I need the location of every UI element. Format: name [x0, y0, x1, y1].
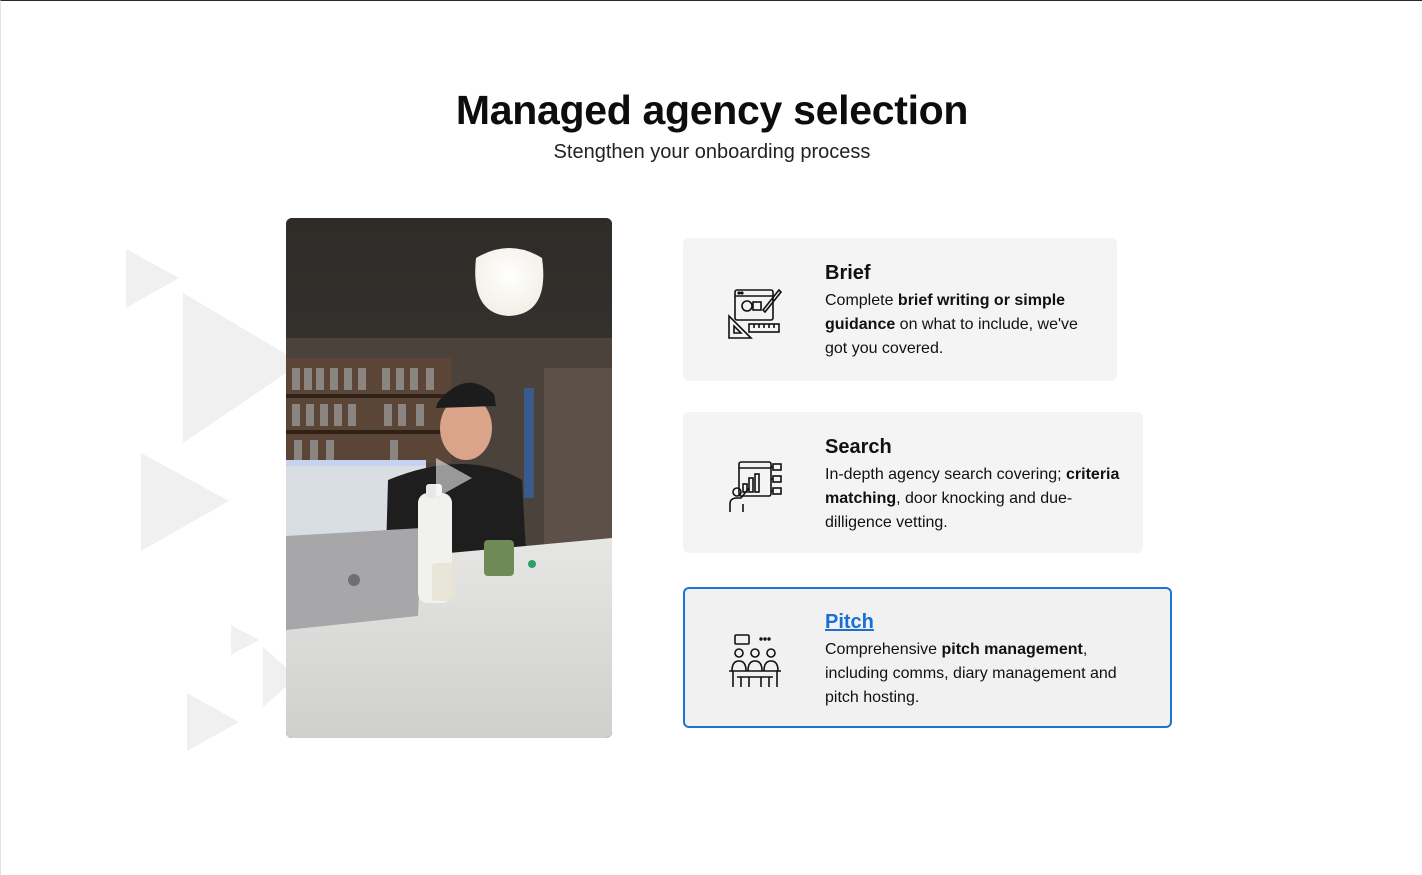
search-chart-icon: [729, 461, 782, 512]
card-brief[interactable]: Brief Complete brief writing or simple g…: [683, 238, 1117, 381]
card-description: Comprehensive pitch management, includin…: [825, 641, 1117, 706]
video-player[interactable]: [286, 218, 612, 738]
card-title: Search: [825, 436, 892, 458]
card-pitch[interactable]: Pitch Comprehensive pitch management, in…: [683, 587, 1172, 728]
card-title-link[interactable]: Pitch: [825, 611, 1150, 634]
card-description: In-depth agency search covering; criteri…: [825, 466, 1120, 531]
card-search[interactable]: Search In-depth agency search covering; …: [683, 412, 1143, 553]
pitch-meeting-icon: [729, 634, 781, 687]
brief-design-icon: [728, 288, 783, 339]
card-title: Brief: [825, 262, 871, 284]
card-description: Complete brief writing or simple guidanc…: [825, 292, 1078, 357]
page-subtitle: Stengthen your onboarding process: [553, 141, 871, 163]
video-thumbnail: [286, 218, 612, 738]
page-title: Managed agency selection: [455, 87, 969, 133]
page: Managed agency selection Stengthen your …: [0, 0, 1422, 875]
